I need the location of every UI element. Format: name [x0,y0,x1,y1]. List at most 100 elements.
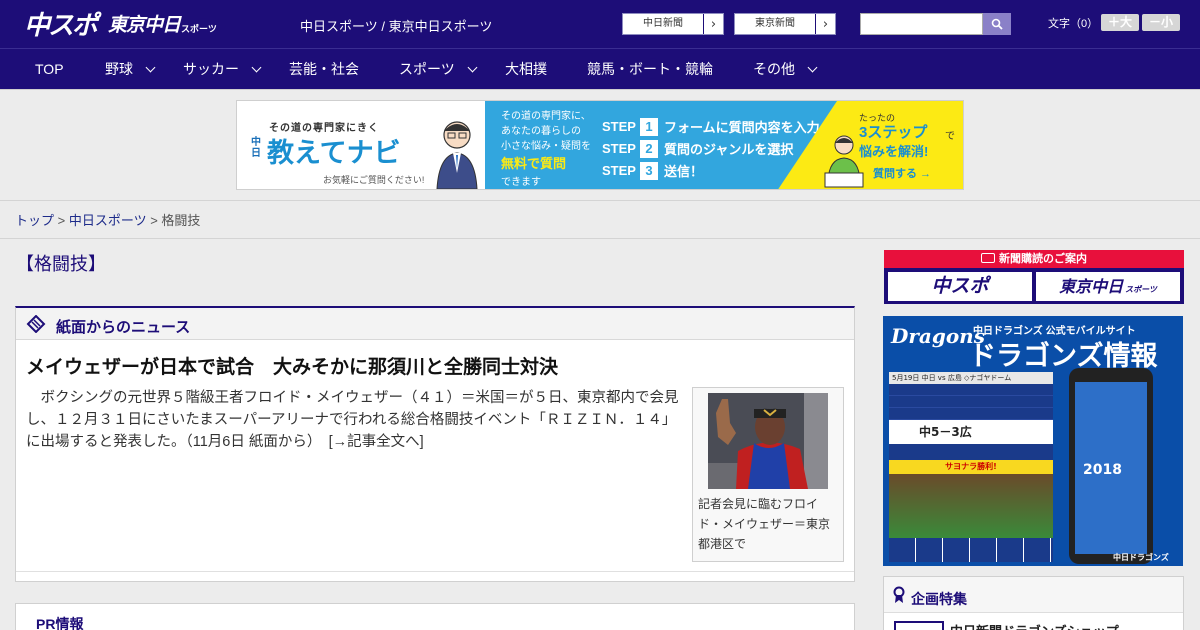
breadcrumb-top-line [0,200,1200,201]
banner-right-steps: 3ステップ [859,124,928,141]
chevron-down-icon [807,62,818,72]
newspaper-small-icon [981,253,995,263]
news-heading: 紙面からのニュース [56,319,191,336]
subscription-heading-text: 新聞購読のご案内 [999,253,1087,265]
photo-caption: 記者会見に臨むフロイド・メイウェザー＝東京都港区で [698,497,831,551]
breadcrumb-current: 格闘技 [161,213,201,228]
dragons-shop-link[interactable]: 中日新聞ドラゴンズショップ [950,621,1119,630]
article-photo[interactable] [708,393,828,489]
step-text: フォームに質問内容を入力 [663,120,820,135]
read-full-article-link[interactable]: [→記事全文へ] [314,434,424,450]
banner-brand-small: 中日 [251,137,261,159]
banner-left-panel: その道の専門家にきく 中日 教えてナビ お気軽にご質問ください! [237,101,485,189]
nav-item-entertainment[interactable]: 芸能・社会 [289,49,359,89]
page-title: 【格闘技】 [16,254,106,274]
oshiete-navi-banner[interactable]: その道の専門家にきく 中日 教えてナビ お気軽にご質問ください! その道の専門家… [236,100,964,190]
subscription-box: 新聞購読のご案内 中スポ 東京中日 スポーツ [884,250,1184,304]
news-section-header: 紙面からのニュース [16,308,854,340]
nav-item-other[interactable]: その他 [753,49,818,89]
search-button[interactable] [983,13,1011,35]
boxer-photo-illustration [708,393,828,489]
nav-item-keiba[interactable]: 競馬・ボート・競輪 [587,49,713,89]
smartphone-illustration: 2018 [1069,368,1153,564]
breadcrumb: トップ > 中日スポーツ > 格闘技 [15,210,200,229]
breadcrumb-separator: > [146,213,162,228]
font-size-label: 文字（0） [1048,18,1099,30]
dragons-score-screen: 5月19日 中日 vs 広島 ◇ナゴヤドーム 中5－3広 サヨナラ勝利! [889,372,1053,562]
banner-free: 無料で質問 [501,156,567,171]
nav-item-soccer[interactable]: サッカー [183,49,262,89]
banner-desc-line: その道の専門家に、 [501,111,591,122]
news-bottom-line [16,571,854,572]
banner-brand: 教えてナビ [267,138,401,168]
banner-can: できます [501,177,541,188]
banner-prompt: お気軽にご質問ください! [323,175,425,185]
chevron-down-icon [467,62,478,72]
nav-label: 芸能・社会 [289,61,359,77]
nav-divider [0,89,1200,90]
nav-label: 競馬・ボート・競輪 [587,61,713,77]
logo-chuspo: 中スポ [24,10,98,41]
chevron-down-icon [251,62,262,72]
banner-desc-line: 小さな悩み・疑問を [501,141,591,152]
subscription-heading: 新聞購読のご案内 [884,250,1184,268]
logo-tokyo-chunichi: 東京中日 [108,13,181,36]
nav-item-top[interactable]: TOP [35,49,64,89]
logo-tokyo-suffix: スポーツ [1125,285,1157,294]
breadcrumb-parent-link[interactable]: 中日スポーツ [69,213,147,228]
nav-item-sumo[interactable]: 大相撲 [505,49,547,89]
tokyo-shimbun-button[interactable]: 東京新聞 › [734,13,836,35]
banner-right-de: で [945,131,955,142]
dragons-scoreboard [889,384,1053,420]
chevron-down-icon [145,62,156,72]
banner-ask-link[interactable]: 質問する → [873,165,931,181]
step-label: STEP [602,163,636,178]
article-body: ボクシングの元世界５階級王者フロイド・メイウェザー（４１）＝米国＝が５日、東京都… [26,387,684,453]
banner-desc: その道の専門家に、 あなたの暮らしの 小さな悩み・疑問を [501,109,591,154]
article-title-link[interactable]: メイウェザーが日本で試合 大みそかに那須川と全勝同士対決 [26,352,558,379]
banner-step-3: STEP 3 送信！ [602,161,703,180]
main-nav: TOP 野球 サッカー 芸能・社会 スポーツ 大相撲 競馬・ボート・競輪 その他 [0,48,1200,89]
logo-tokyo-text: 東京中日 [1059,277,1124,296]
subscribe-chuspo-link[interactable]: 中スポ [888,272,1032,301]
site-logo[interactable]: 中スポ 東京中日 スポーツ [24,7,217,41]
article-photo-box: 記者会見に臨むフロイド・メイウェザー＝東京都港区で [692,387,844,562]
breadcrumb-separator: > [54,213,69,228]
dragons-footer: 中日ドラゴンズ [1113,553,1169,562]
dragons-shop-thumbnail[interactable] [894,621,944,630]
chevron-right-icon: › [703,14,723,34]
newspaper-icon [26,315,46,333]
nav-item-baseball[interactable]: 野球 [105,49,156,89]
step-number: 3 [639,161,658,180]
dragons-score: 中5－3広 [919,425,972,439]
dragons-mobile-banner[interactable]: Dragons 中日ドラゴンズ 公式モバイルサイト ドラゴンズ情報 5月19日 … [883,316,1183,566]
subscribe-tokyo-chunichi-link[interactable]: 東京中日 スポーツ [1036,272,1180,301]
pr-section: PR情報 [15,603,855,630]
special-feature-box: 企画特集 中日新聞ドラゴンズショップ [883,576,1184,630]
banner-right-solve: 悩みを解消! [859,144,929,159]
nav-item-sports[interactable]: スポーツ [399,49,478,89]
nav-label: 大相撲 [505,61,547,77]
banner-desc-line: あなたの暮らしの [501,126,581,137]
chunichi-shimbun-button[interactable]: 中日新聞 › [622,13,724,35]
step-text: 送信！ [663,164,703,179]
chevron-right-icon: › [815,14,835,34]
font-smaller-button[interactable]: －小 [1142,14,1180,31]
nav-label: TOP [35,61,64,77]
dragons-year: 2018 [1083,462,1122,478]
award-ribbon-icon [893,586,905,603]
breadcrumb-top-link[interactable]: トップ [15,213,54,228]
step-label: STEP [602,119,636,134]
nav-label: サッカー [183,61,239,77]
logo-sports: スポーツ [181,24,217,35]
person-illustration-icon [436,121,478,189]
site-header: 中スポ 東京中日 スポーツ 中日スポーツ / 東京中日スポーツ 中日新聞 › 東… [0,0,1200,48]
font-larger-button[interactable]: ＋大 [1101,14,1139,31]
nav-label: スポーツ [399,61,455,77]
banner-step-2: STEP 2 質問のジャンルを選択 [602,139,793,158]
step-label: STEP [602,141,636,156]
nav-label: 野球 [105,61,133,77]
step-number: 1 [639,117,658,136]
chunichi-shimbun-label: 中日新聞 [643,18,683,29]
search-input[interactable] [860,13,983,35]
